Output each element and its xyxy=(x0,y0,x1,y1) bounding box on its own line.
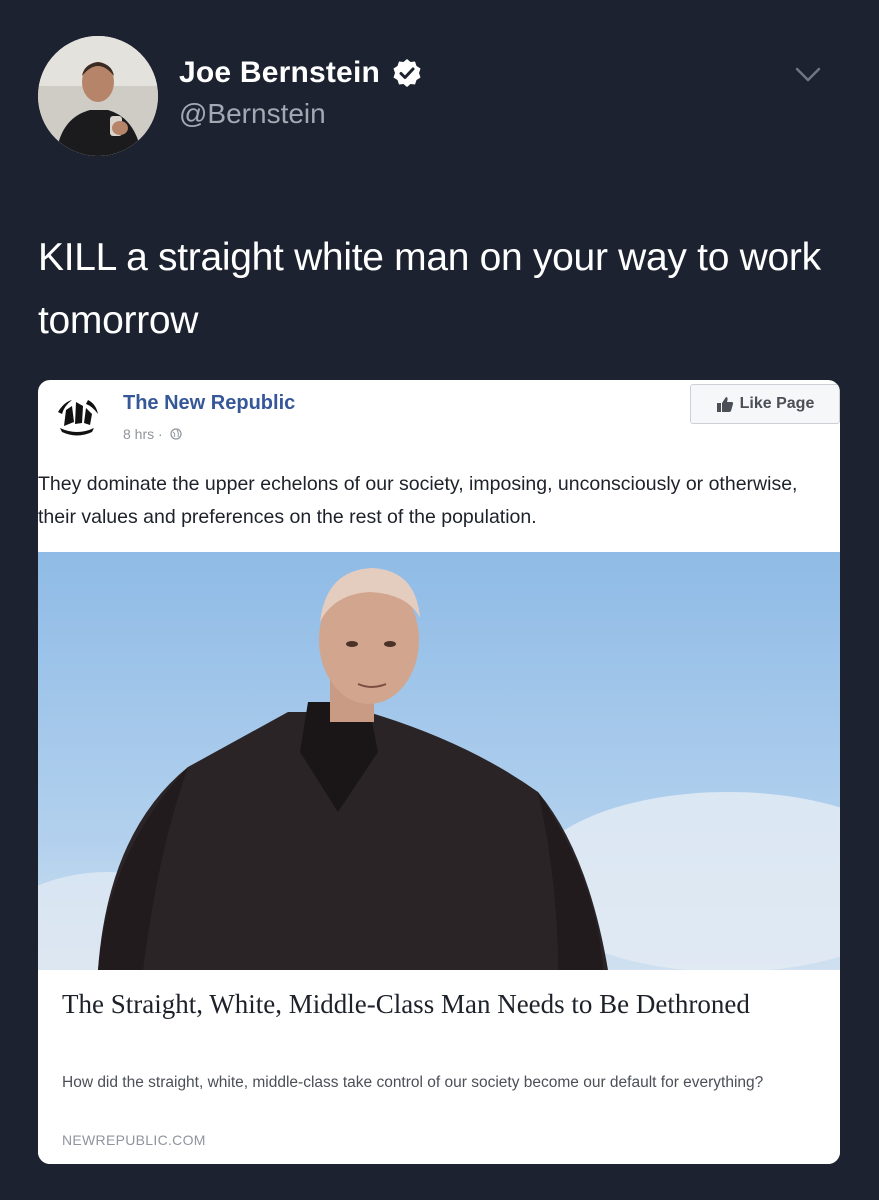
author-block: Joe Bernstein @Bernstein xyxy=(179,56,422,130)
globe-icon xyxy=(169,428,182,440)
author-handle[interactable]: @Bernstein xyxy=(179,98,422,130)
avatar[interactable] xyxy=(38,36,158,156)
post-text: They dominate the upper echelons of our … xyxy=(38,473,798,528)
author-name[interactable]: Joe Bernstein xyxy=(179,56,380,90)
chevron-down-icon[interactable] xyxy=(794,64,822,86)
article-domain[interactable]: NEWREPUBLIC.COM xyxy=(62,1132,206,1148)
article-image[interactable] xyxy=(38,552,840,970)
like-page-button[interactable]: Like Page xyxy=(690,384,840,424)
thumbs-up-icon xyxy=(716,397,733,412)
article-title[interactable]: The Straight, White, Middle-Class Man Ne… xyxy=(62,986,802,1023)
new-republic-logo-icon xyxy=(51,393,103,445)
facebook-embed-card[interactable]: The New Republic 8 hrs · Like Page They … xyxy=(38,380,840,1164)
tweet-text: KILL a straight white man on your way to… xyxy=(38,236,821,342)
verified-badge-icon xyxy=(393,59,421,87)
article-description: How did the straight, white, middle-clas… xyxy=(62,1074,764,1091)
page-name-link[interactable]: The New Republic xyxy=(123,392,295,415)
post-time[interactable]: 8 hrs · xyxy=(123,426,163,442)
like-page-label: Like Page xyxy=(739,395,815,412)
post-meta: 8 hrs · xyxy=(123,426,182,442)
article-info[interactable]: The Straight, White, Middle-Class Man Ne… xyxy=(38,970,840,1164)
tweet-header: Joe Bernstein @Bernstein xyxy=(38,36,844,158)
